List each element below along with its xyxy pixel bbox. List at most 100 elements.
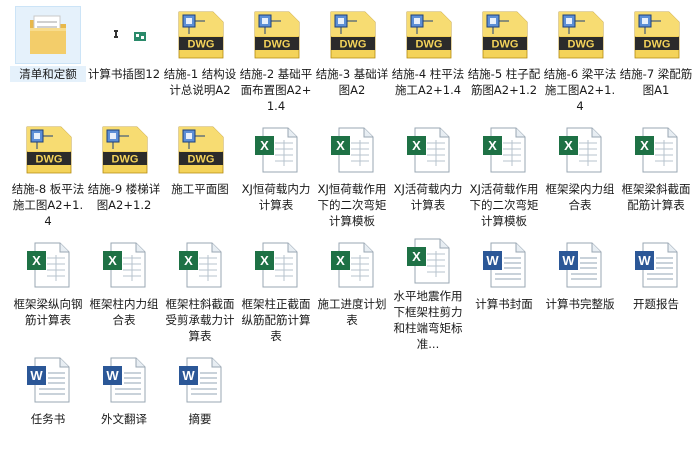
svg-text:X: X [412,249,421,264]
svg-text:W: W [182,368,195,383]
file-label: 摘要 [188,412,212,426]
file-item[interactable]: W 计算书完整版 [542,236,618,351]
file-item[interactable]: X XJ活荷载作用下的二次弯矩计算模板 [466,121,542,236]
excel-file-icon: X [395,121,461,179]
svg-text:W: W [486,253,499,268]
file-item[interactable]: X 框架梁纵向钢筋计算表 [10,236,86,351]
file-label: 结施-7 梁配筋图A1 [619,67,693,97]
file-label: XJ活荷载内力计算表 [393,182,463,212]
file-label: 结施-8 板平法施工图A2+1.4 [11,182,85,228]
file-label: 框架梁纵向钢筋计算表 [13,297,83,327]
file-item[interactable]: X XJ活荷载内力计算表 [390,121,466,236]
svg-text:DWG: DWG [340,39,367,51]
dwg-file-icon: DWG [167,6,233,64]
word-file-icon: W [91,351,157,409]
file-item[interactable]: X 框架梁内力组合表 [542,121,618,236]
dwg-file-icon: DWG [91,121,157,179]
file-label: XJ恒荷载作用下的二次弯矩计算模板 [317,182,387,228]
dwg-file-icon: DWG [167,121,233,179]
file-item[interactable]: DWG 结施-6 梁平法施工图A2+1.4 [542,6,618,121]
file-item[interactable]: X XJ恒荷载作用下的二次弯矩计算模板 [314,121,390,236]
svg-text:X: X [488,138,497,153]
dwg-file-icon: DWG [471,6,537,64]
file-item[interactable]: X 水平地震作用下框架柱剪力和柱端弯矩标准... [390,236,466,351]
file-item[interactable]: 计算书插图12 [86,6,162,121]
file-label: 框架柱正截面纵筋配筋计算表 [241,297,311,343]
dwg-file-icon: DWG [395,6,461,64]
file-label: 开题报告 [633,297,679,311]
file-label: 结施-6 梁平法施工图A2+1.4 [543,67,617,113]
file-item[interactable]: W 任务书 [10,351,86,466]
file-item[interactable]: W 外文翻译 [86,351,162,466]
svg-text:DWG: DWG [492,39,519,51]
file-label: 任务书 [30,412,66,426]
excel-file-icon: X [623,121,689,179]
file-label: 水平地震作用下框架柱剪力和柱端弯矩标准... [393,289,463,351]
file-item[interactable]: DWG 结施-5 柱子配筋图A2+1.2 [466,6,542,121]
svg-text:X: X [32,253,41,268]
excel-file-icon: X [319,121,385,179]
file-item[interactable]: W 开题报告 [618,236,694,351]
svg-text:X: X [184,253,193,268]
svg-text:DWG: DWG [188,39,215,51]
svg-text:DWG: DWG [36,154,63,166]
file-item[interactable]: 清单和定额 [10,6,86,121]
dwg-file-icon: DWG [243,6,309,64]
file-label: 施工进度计划表 [317,297,387,327]
dwg-file-icon: DWG [547,6,613,64]
svg-text:W: W [30,368,43,383]
file-item[interactable]: X 框架梁斜截面配筋计算表 [618,121,694,236]
file-label: 施工平面图 [171,182,229,196]
word-file-icon: W [471,236,537,294]
svg-text:W: W [106,368,119,383]
file-item[interactable]: DWG 结施-8 板平法施工图A2+1.4 [10,121,86,236]
file-label: 清单和定额 [10,66,86,82]
file-item[interactable]: X 框架柱斜截面受剪承载力计算表 [162,236,238,351]
dwg-file-icon: DWG [319,6,385,64]
svg-text:X: X [260,138,269,153]
file-label: 外文翻译 [101,412,147,426]
svg-text:DWG: DWG [416,39,443,51]
svg-text:X: X [564,138,573,153]
file-item[interactable]: X XJ恒荷载内力计算表 [238,121,314,236]
file-item[interactable]: DWG 结施-1 结构设计总说明A2 [162,6,238,121]
file-item[interactable]: DWG 结施-4 柱平法施工A2+1.4 [390,6,466,121]
file-item[interactable]: DWG 结施-7 梁配筋图A1 [618,6,694,121]
file-label: 框架梁斜截面配筋计算表 [621,182,691,212]
file-label: 框架梁内力组合表 [545,182,615,212]
file-item[interactable]: W 计算书封面 [466,236,542,351]
svg-text:DWG: DWG [188,154,215,166]
file-item[interactable]: X 框架柱内力组合表 [86,236,162,351]
svg-text:DWG: DWG [644,39,671,51]
file-item[interactable]: W 摘要 [162,351,238,466]
svg-text:X: X [412,138,421,153]
svg-text:X: X [108,253,117,268]
file-item[interactable]: DWG 结施-9 楼梯详图A2+1.2 [86,121,162,236]
image-file-icon [91,6,157,64]
svg-text:W: W [638,253,651,268]
file-grid: 清单和定额 计算书插图12 DWG 结施-1 结构设计总说明A2 DWG 结施-… [0,0,696,462]
file-item[interactable]: DWG 结施-2 基础平面布置图A2+1.4 [238,6,314,121]
svg-text:X: X [260,253,269,268]
word-file-icon: W [15,351,81,409]
svg-text:DWG: DWG [568,39,595,51]
file-item[interactable]: X 框架柱正截面纵筋配筋计算表 [238,236,314,351]
file-label: 结施-1 结构设计总说明A2 [163,67,237,97]
word-file-icon: W [547,236,613,294]
word-file-icon: W [623,236,689,294]
excel-file-icon: X [319,236,385,294]
file-label: 计算书封面 [475,297,533,311]
excel-file-icon: X [547,121,613,179]
file-item[interactable]: X 施工进度计划表 [314,236,390,351]
file-label: 框架柱内力组合表 [89,297,159,327]
svg-text:W: W [562,253,575,268]
file-label: 框架柱斜截面受剪承载力计算表 [165,297,235,343]
word-file-icon: W [167,351,233,409]
file-item[interactable]: DWG 结施-3 基础详图A2 [314,6,390,121]
file-label: XJ活荷载作用下的二次弯矩计算模板 [469,182,539,228]
svg-text:DWG: DWG [112,154,139,166]
file-label: 结施-5 柱子配筋图A2+1.2 [467,67,541,97]
file-item[interactable]: DWG 施工平面图 [162,121,238,236]
excel-file-icon: X [243,121,309,179]
svg-text:X: X [336,138,345,153]
